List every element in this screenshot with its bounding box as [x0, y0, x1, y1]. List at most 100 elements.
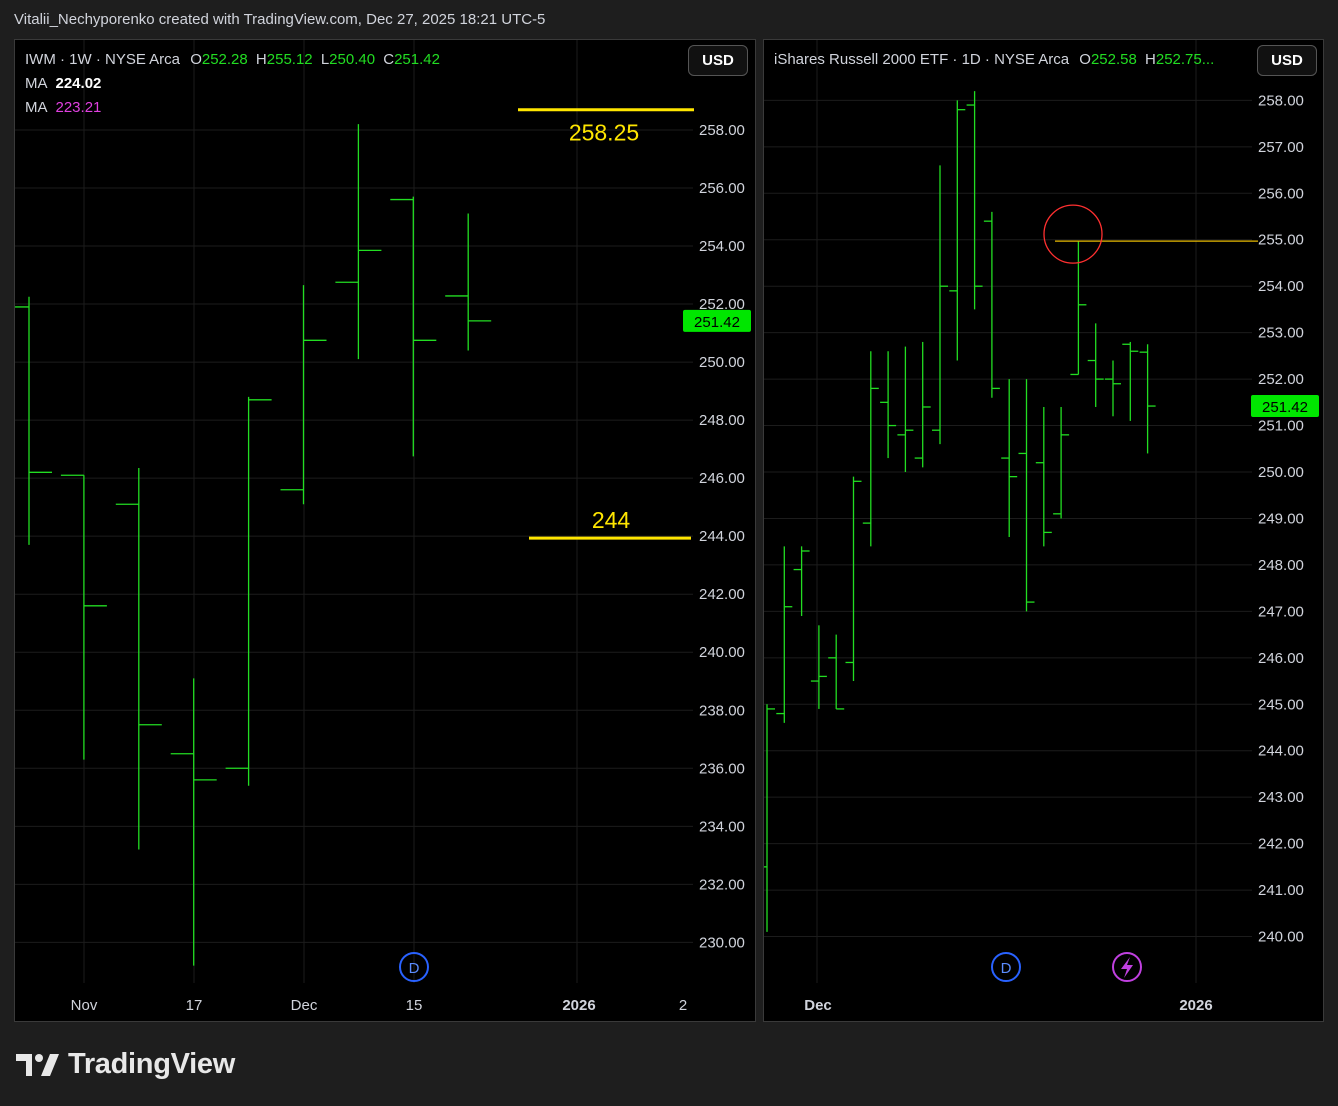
y-tick-label: 245.00 [1258, 696, 1304, 713]
left-ohlc-h-key: H [255, 51, 267, 68]
ohlc-bar[interactable] [932, 165, 948, 445]
x-tick-label: Dec [804, 997, 832, 1014]
y-tick-label: 242.00 [1258, 836, 1304, 853]
y-tick-label: 257.00 [1258, 139, 1304, 156]
y-tick-label: 256.00 [1258, 185, 1304, 202]
annotation-label-258: 258.25 [569, 120, 639, 146]
x-tick-label: 2026 [562, 997, 595, 1014]
dividend-marker-label: D [409, 960, 420, 977]
ohlc-bar[interactable] [60, 474, 107, 760]
x-tick-label: 15 [406, 997, 423, 1014]
left-ohlc-l-value: 250.40 [329, 51, 376, 68]
ohlc-bar[interactable] [828, 634, 845, 710]
y-tick-label: 244.00 [699, 528, 745, 545]
ohlc-bar[interactable] [1105, 360, 1121, 417]
ohlc-bar[interactable] [914, 341, 931, 468]
y-tick-label: 230.00 [699, 934, 745, 951]
right-ohlc-h-key: H [1145, 51, 1156, 68]
lightning-glyph-icon [1121, 957, 1133, 978]
ohlc-bar[interactable] [1018, 379, 1035, 612]
dividend-marker-label: D [1001, 960, 1012, 977]
ohlc-bar[interactable] [897, 346, 914, 473]
y-tick-label: 234.00 [699, 818, 745, 835]
y-tick-label: 240.00 [1258, 929, 1304, 946]
ohlc-bar[interactable] [15, 296, 52, 545]
y-tick-label: 254.00 [1258, 278, 1304, 295]
right-ohlc-h-value: 252.75... [1155, 51, 1215, 68]
y-tick-label: 246.00 [699, 470, 745, 487]
y-tick-label: 250.00 [699, 354, 745, 371]
left-ohlc-c-value: 251.42 [394, 51, 440, 68]
brand-name: TradingView [68, 1048, 235, 1080]
ohlc-bar[interactable] [445, 213, 492, 351]
ohlc-bar[interactable] [764, 704, 775, 932]
ohlc-bar[interactable] [810, 625, 827, 709]
ohlc-bar[interactable] [1035, 406, 1052, 547]
y-tick-label: 255.00 [1258, 232, 1304, 249]
ma-2-value: 223.21 [55, 99, 102, 116]
right-symbol[interactable]: iShares Russell 2000 ETF · 1D · NYSE Arc… [774, 51, 1069, 68]
y-tick-label: 258.00 [1258, 92, 1304, 109]
ohlc-bar[interactable] [966, 91, 983, 310]
y-tick-label: 249.00 [1258, 510, 1304, 527]
ohlc-bar[interactable] [862, 351, 879, 547]
currency-button-left[interactable]: USD [688, 45, 748, 76]
ohlc-bar[interactable] [949, 100, 966, 361]
y-tick-label: 240.00 [699, 644, 745, 661]
ohlc-bar[interactable] [1053, 406, 1070, 519]
right-ohlc-o-key: O [1079, 51, 1091, 68]
y-tick-label: 247.00 [1258, 603, 1304, 620]
ohlc-bar[interactable] [225, 396, 272, 786]
x-tick-label: Nov [71, 997, 98, 1014]
chart-right-svg[interactable]: 240.00 241.00 242.00 243.00 244.00 245.00 246.… [764, 40, 1323, 1021]
ma-1-label: MA [25, 75, 48, 92]
left-symbol[interactable]: IWM · 1W · NYSE Arca [25, 51, 180, 68]
last-price-label-right: 251.42 [1262, 399, 1308, 416]
ohlc-bar[interactable] [390, 196, 437, 457]
x-tick-label: Dec [291, 997, 318, 1014]
ohlc-bar[interactable] [1122, 341, 1139, 421]
y-tick-label: 248.00 [699, 412, 745, 429]
left-ohlc-l-key: L [320, 51, 330, 68]
chart-pane-right[interactable]: 240.00 241.00 242.00 243.00 244.00 245.00 246.… [763, 39, 1324, 1022]
left-ohlc-c-key: C [383, 51, 395, 68]
y-tick-label: 246.00 [1258, 650, 1304, 667]
chart-pane-left[interactable]: 230.00 232.00 234.00 236.00 238.00 240.00 242.… [14, 39, 756, 1022]
ma-indicator-2[interactable]: MA 223.21 [25, 99, 101, 116]
ohlc-bar[interactable] [776, 546, 793, 723]
ohlc-bar[interactable] [1139, 344, 1156, 454]
y-tick-label: 248.00 [1258, 557, 1304, 574]
tradingview-logo-icon [16, 1053, 59, 1076]
ohlc-bar[interactable] [1087, 323, 1104, 407]
ohlc-bar[interactable] [335, 124, 382, 360]
x-tick-label: 17 [186, 997, 203, 1014]
currency-button-right[interactable]: USD [1257, 45, 1317, 76]
ma-1-value: 224.02 [55, 75, 102, 92]
ohlc-bar[interactable] [115, 467, 162, 850]
ohlc-bar[interactable] [880, 351, 897, 459]
left-ohlc-o-value: 252.28 [201, 51, 248, 68]
ma-2-label: MA [25, 99, 48, 116]
annotation-label-244: 244 [592, 507, 631, 533]
y-tick-label: 241.00 [1258, 882, 1304, 899]
y-tick-label: 258.00 [699, 122, 745, 139]
y-tick-label: 242.00 [699, 586, 745, 603]
x-tick-label: 2 [679, 997, 687, 1014]
ohlc-bar[interactable] [1001, 379, 1018, 538]
ohlc-bar[interactable] [845, 476, 862, 682]
y-tick-label: 250.00 [1258, 464, 1304, 481]
x-tick-label: 2026 [1179, 997, 1212, 1014]
ohlc-bar[interactable] [170, 678, 217, 966]
last-price-label-left: 251.42 [694, 314, 740, 331]
ma-indicator-1[interactable]: MA 224.02 [25, 75, 101, 92]
y-tick-label: 254.00 [699, 238, 745, 255]
publisher-line: Vitalii_Nechyporenko created with Tradin… [14, 11, 546, 28]
y-tick-label: 256.00 [699, 180, 745, 197]
tradingview-logo: TradingView [16, 1048, 235, 1081]
y-tick-label: 253.00 [1258, 325, 1304, 342]
ohlc-bar[interactable] [793, 546, 810, 617]
y-tick-label: 243.00 [1258, 789, 1304, 806]
chart-left-svg[interactable]: 230.00 232.00 234.00 236.00 238.00 240.00 242.… [15, 40, 755, 1021]
ohlc-bar[interactable] [280, 285, 327, 505]
y-tick-label: 244.00 [1258, 743, 1304, 760]
